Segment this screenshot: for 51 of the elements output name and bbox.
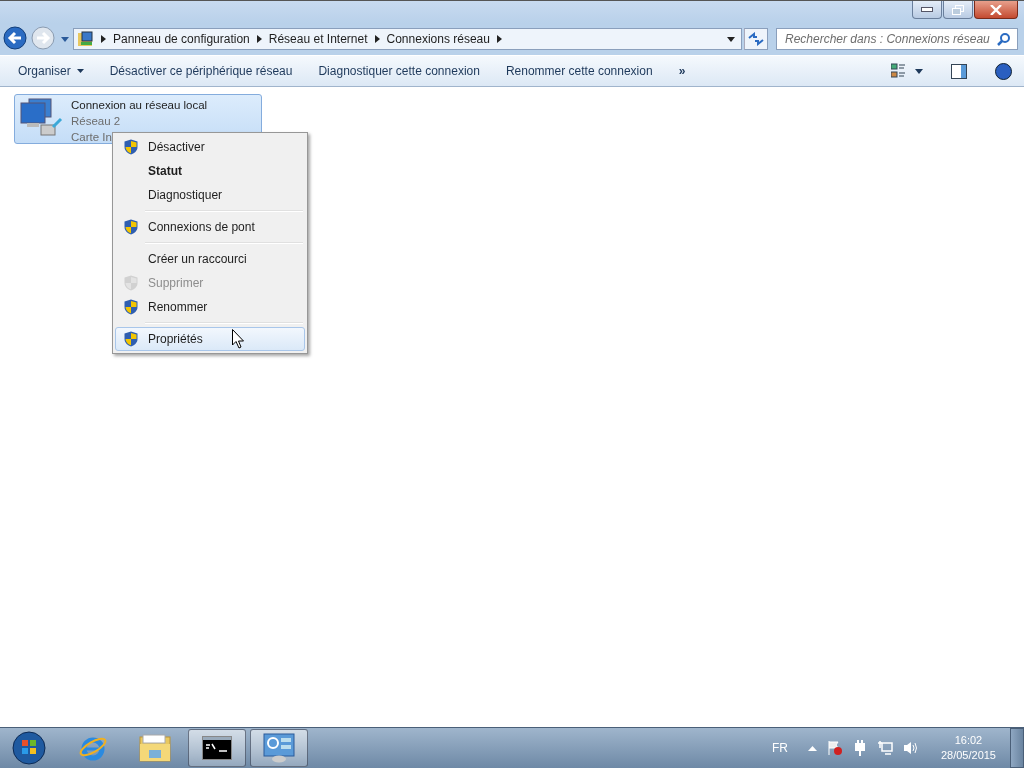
chevron-icon[interactable]	[256, 35, 262, 43]
view-icon[interactable]	[891, 63, 907, 79]
taskbar-button[interactable]	[188, 729, 246, 767]
caret-icon	[76, 69, 84, 73]
refresh-button[interactable]	[744, 28, 768, 50]
menu-item[interactable]: Connexions de pont	[115, 215, 305, 239]
control-panel-icon	[263, 733, 295, 763]
menu-item[interactable]: Créer un raccourci	[115, 247, 305, 271]
close-icon	[990, 4, 1002, 15]
control-panel-icon	[78, 31, 94, 47]
chevron-icon[interactable]	[101, 35, 106, 43]
menu-item[interactable]: Diagnostiquer	[115, 183, 305, 207]
mouse-pointer-icon	[232, 329, 245, 349]
restore-icon	[952, 4, 964, 15]
caret-icon[interactable]	[915, 68, 923, 74]
menu-item[interactable]: Renommer	[115, 295, 305, 319]
back-button[interactable]	[3, 26, 29, 52]
preview-pane-icon[interactable]	[951, 63, 967, 79]
breadcrumb[interactable]: Panneau de configuration	[113, 32, 250, 46]
chevron-icon[interactable]	[496, 35, 502, 43]
network-name: Réseau 2	[71, 114, 122, 129]
minimize-button[interactable]	[912, 1, 942, 19]
connection-name: Connexion au réseau local	[71, 98, 208, 113]
breadcrumb[interactable]: Connexions réseau	[386, 32, 490, 46]
more-button[interactable]: »	[668, 60, 696, 82]
toolbar-button[interactable]: Désactiver ce périphérique réseau	[99, 60, 303, 82]
address-bar[interactable]: Panneau de configuration Réseau et Internet Connexions réseau	[73, 28, 742, 50]
clock-date: 28/05/2015	[940, 748, 996, 763]
toolbar-button[interactable]: Renommer cette connexion	[495, 60, 663, 82]
search-icon[interactable]	[997, 32, 1011, 46]
menu-item[interactable]: Propriétés	[115, 327, 305, 351]
action-center-flag-icon[interactable]	[826, 740, 843, 756]
network-icon[interactable]	[876, 740, 893, 756]
network-computer-icon	[19, 97, 63, 139]
close-button[interactable]	[974, 1, 1018, 19]
power-plug-icon[interactable]	[852, 740, 867, 756]
toolbar-button[interactable]: Diagnostiquer cette connexion	[308, 60, 490, 82]
adapter-name: Carte In	[71, 130, 113, 145]
chevron-icon[interactable]	[374, 35, 380, 43]
clock-time: 16:02	[954, 733, 983, 748]
toolbar-button[interactable]: Organiser	[8, 60, 94, 82]
volume-icon[interactable]	[902, 740, 919, 756]
command-prompt-icon	[202, 736, 232, 760]
breadcrumb[interactable]: Réseau et Internet	[268, 32, 368, 46]
dropdown-icon[interactable]	[727, 36, 735, 42]
show-desktop-button[interactable]	[1010, 728, 1024, 768]
folder-icon	[139, 734, 171, 762]
restore-button[interactable]	[943, 1, 973, 19]
menu-item[interactable]: Statut	[115, 159, 305, 183]
show-hidden-icons-icon[interactable]	[807, 745, 817, 751]
search-field[interactable]: Rechercher dans : Connexions réseau	[776, 28, 1018, 50]
